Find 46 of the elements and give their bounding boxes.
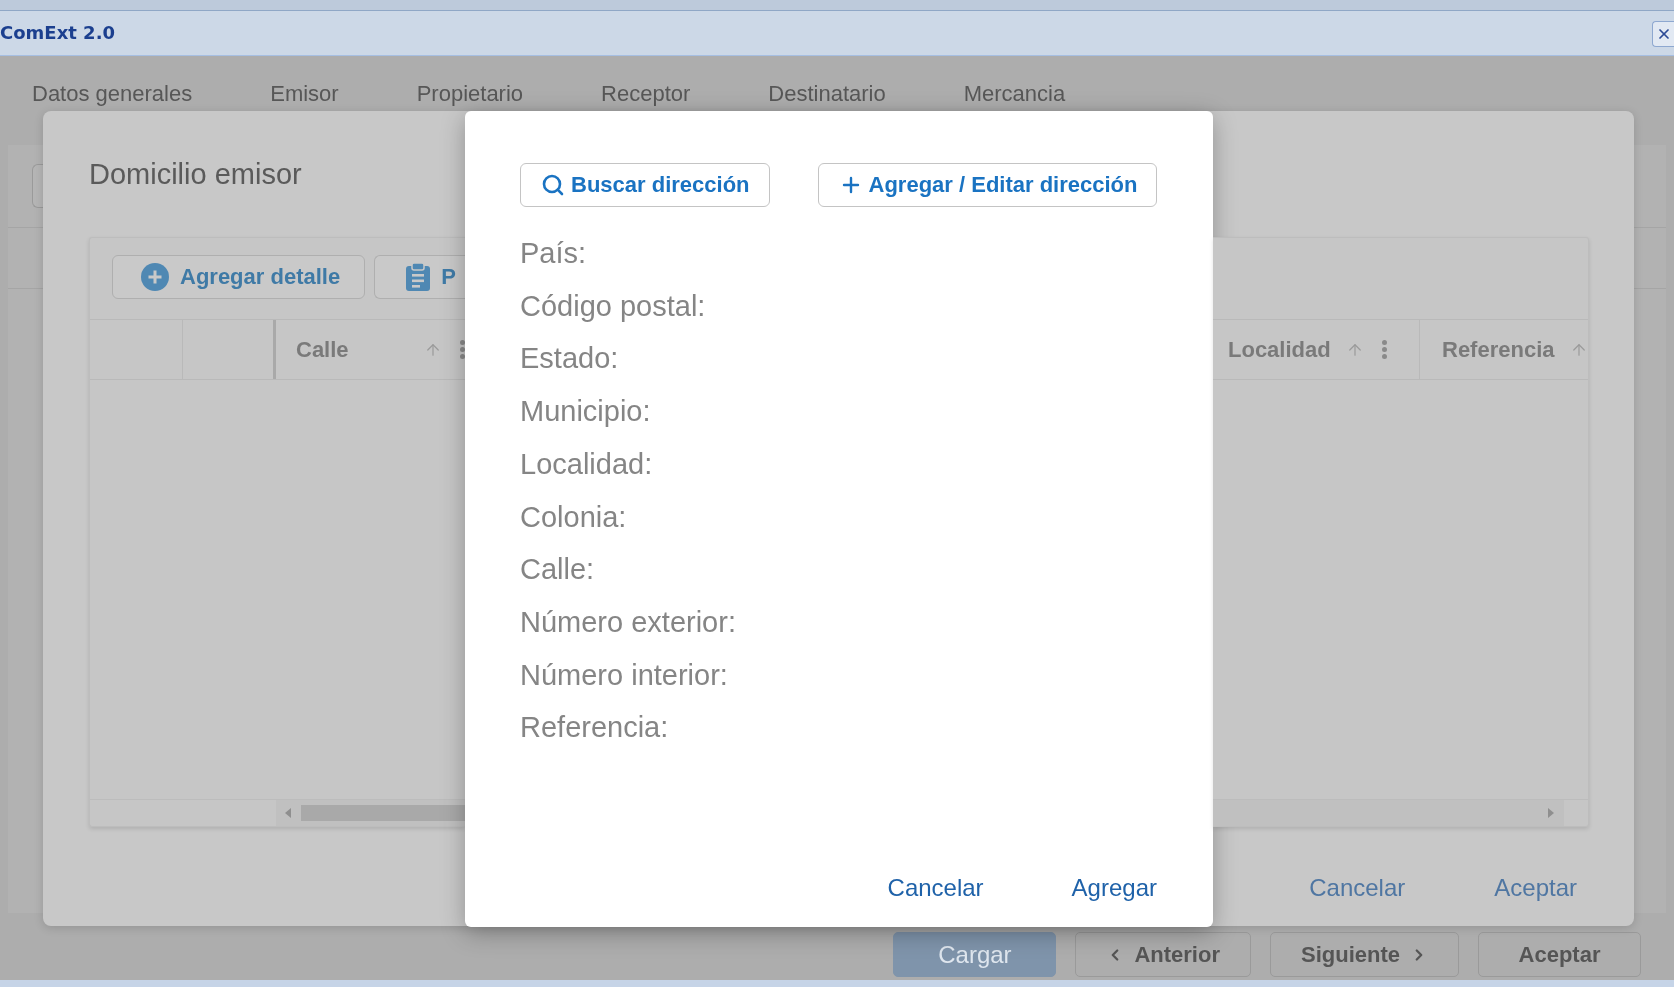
field-label: Municipio: (520, 394, 652, 430)
triangle-right-icon[interactable] (1548, 808, 1554, 818)
input-field[interactable] (32, 164, 43, 208)
plus-circle-icon (141, 263, 169, 291)
tab[interactable]: Receptor (601, 80, 691, 110)
column-header[interactable]: Referencia (1420, 320, 1588, 379)
dots-menu-icon[interactable] (1381, 340, 1387, 359)
dialog-button[interactable]: Cancelar (887, 873, 984, 903)
field-label: Estado: (520, 341, 620, 377)
dialog-title: Domicilio emisor (89, 157, 303, 192)
triangle-left-icon[interactable] (285, 808, 291, 818)
dialog-button[interactable]: Agregar (1071, 873, 1157, 903)
nav-button[interactable]: Cargar (893, 932, 1057, 977)
field-label: Calle: (520, 552, 596, 588)
action-button[interactable]: Agregar / Editar dirección (817, 163, 1158, 207)
field-label: Número interior: (520, 657, 729, 693)
nav-button[interactable]: Siguiente (1270, 932, 1459, 977)
scrollbar-track[interactable] (1213, 800, 1564, 826)
action-button[interactable]: Buscar dirección (520, 163, 770, 207)
toolbar-button[interactable]: P (374, 255, 465, 299)
field-label: Número exterior: (520, 604, 737, 640)
field-label: Referencia: (520, 710, 670, 746)
field-label: Código postal: (520, 288, 707, 324)
window-title: ComExt 2.0 (0, 21, 115, 45)
field-label: País: (520, 236, 588, 271)
nav-button[interactable]: Aceptar (1478, 932, 1641, 977)
close-icon (1656, 26, 1672, 42)
nav-button[interactable]: Anterior (1075, 932, 1251, 977)
tab[interactable]: Destinatario (768, 80, 886, 110)
column-header[interactable]: Localidad (1213, 320, 1420, 379)
field-label: Localidad: (520, 446, 654, 482)
dialog-button[interactable]: Aceptar (1494, 873, 1577, 903)
column-header[interactable]: Calle (276, 320, 465, 379)
tab[interactable]: Emisor (270, 80, 339, 110)
tab[interactable]: Propietario (416, 80, 524, 110)
dots-menu-icon[interactable] (460, 340, 465, 359)
search-icon (541, 173, 565, 197)
close-button[interactable] (1652, 21, 1674, 47)
tab[interactable]: Mercancia (963, 80, 1066, 110)
dialog-button[interactable]: Cancelar (1309, 873, 1406, 903)
scrollbar-thumb[interactable] (301, 805, 465, 821)
field-label: Colonia: (520, 499, 628, 535)
toolbar-button[interactable]: Agregar detalle (112, 255, 366, 299)
scrollbar-track[interactable] (276, 800, 465, 826)
clipboard-icon (406, 263, 431, 291)
tab[interactable]: Datos generales (32, 80, 193, 110)
